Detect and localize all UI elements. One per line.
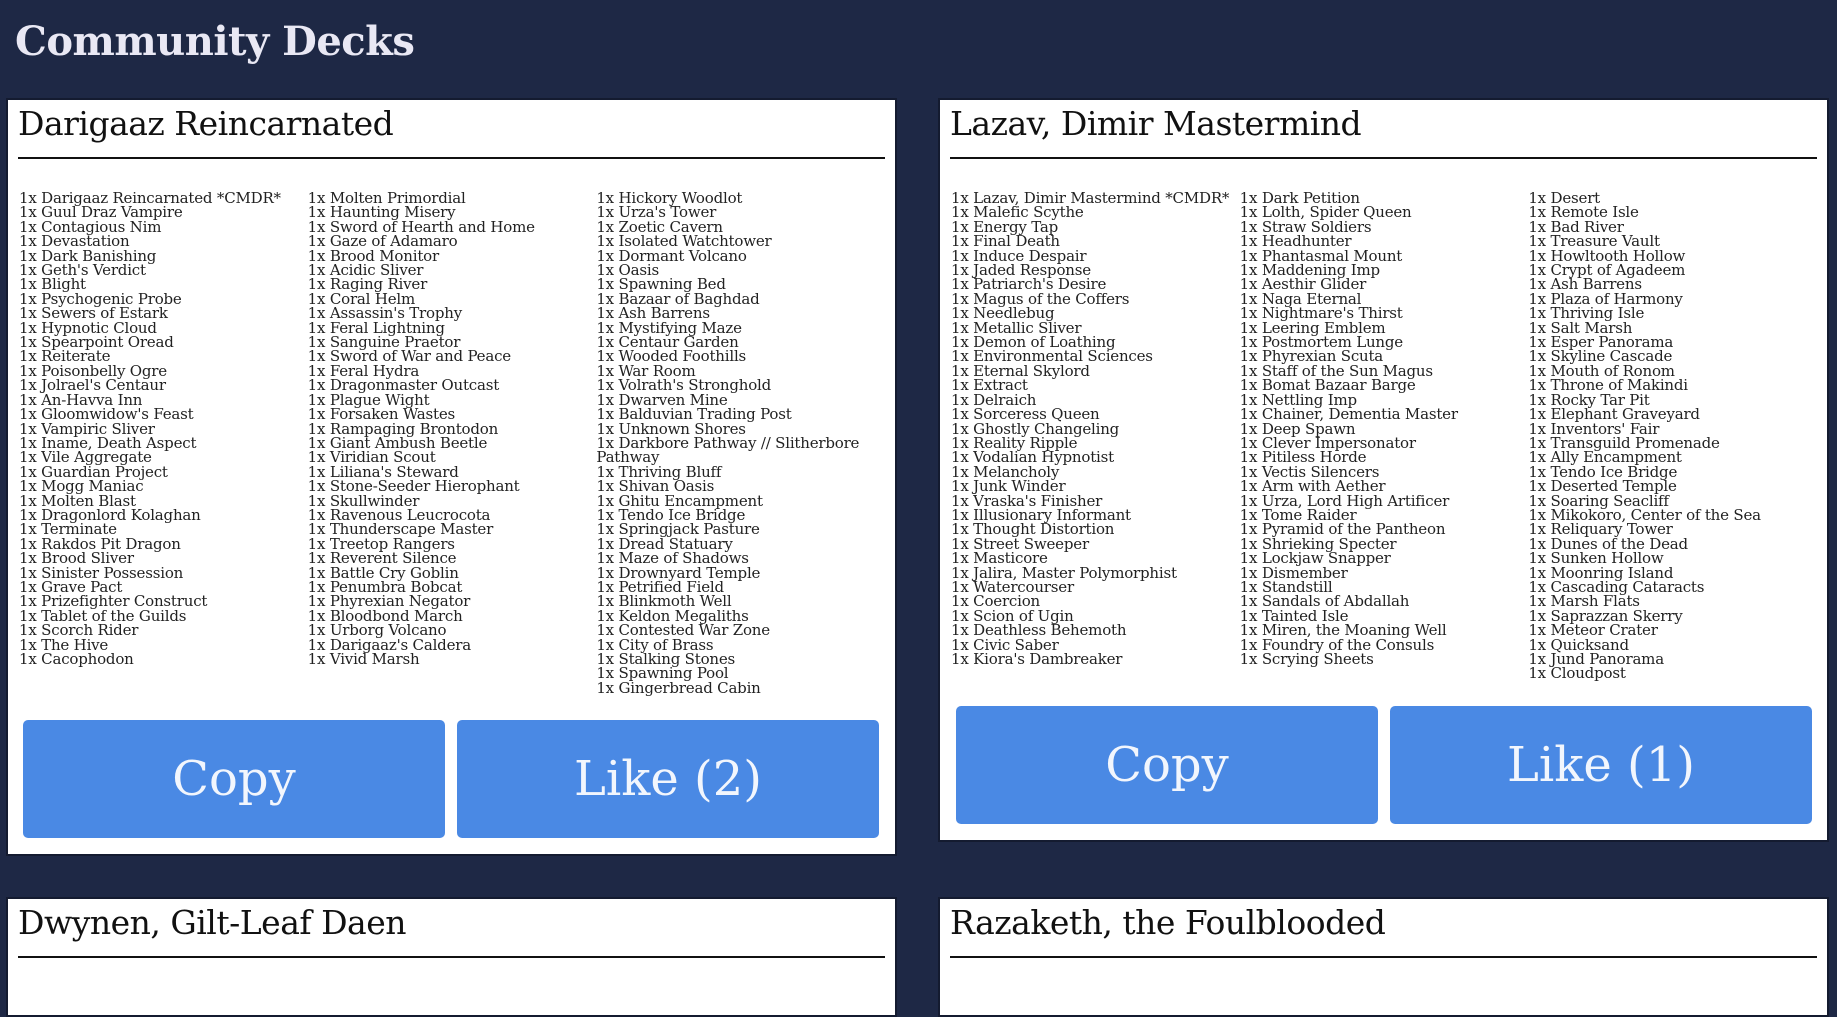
copy-button[interactable]: Copy	[23, 720, 445, 838]
card-list-column: 1x Molten Primordial 1x Haunting Misery 1x…	[307, 190, 597, 695]
card-list-column: 1x Lazav, Dimir Mastermind *CMDR* 1x Male…	[951, 190, 1240, 681]
card-entry: 1x Cacophodon	[19, 650, 134, 668]
deck-card-list: 1x Darigaaz Reincarnated *CMDR* 1x Guul D…	[19, 190, 885, 697]
card-entry: 1x Scrying Sheets	[1239, 650, 1374, 668]
deck-card: Razaketh, the Foulblooded	[938, 897, 1829, 1017]
card-list-column: 1x Dark Petition 1x Lolth, Spider Queen 1x…	[1239, 190, 1529, 681]
deck-title: Razaketh, the Foulblooded	[950, 903, 1817, 958]
copy-button[interactable]: Copy	[956, 706, 1378, 824]
deck-title: Darigaaz Reincarnated	[18, 104, 885, 159]
card-entry: 1x Cloudpost	[1528, 664, 1626, 683]
deck-title: Lazav, Dimir Mastermind	[950, 104, 1817, 159]
like-button[interactable]: Like (1)	[1390, 706, 1812, 824]
deck-card: Dwynen, Gilt-Leaf Daen	[6, 897, 897, 1017]
deck-card: Lazav, Dimir Mastermind 1x Lazav, Dimir …	[938, 98, 1829, 842]
card-list-column: 1x Darigaaz Reincarnated *CMDR* 1x Guul D…	[19, 190, 308, 695]
like-button[interactable]: Like (2)	[457, 720, 879, 838]
card-entry: 1x Vivid Marsh	[307, 650, 420, 668]
deck-card-list: 1x Lazav, Dimir Mastermind *CMDR* 1x Male…	[951, 190, 1817, 683]
card-entry: 1x Gingerbread Cabin	[596, 678, 761, 697]
deck-title: Dwynen, Gilt-Leaf Daen	[18, 903, 885, 958]
card-list-column: 1x Desert 1x Remote Isle 1x Bad River 1x Tr…	[1528, 190, 1817, 683]
card-entry: 1x Darkbore Pathway // Slitherbore Pathw…	[596, 433, 860, 467]
page-title: Community Decks	[15, 18, 415, 65]
card-list-column: 1x Hickory Woodlot 1x Urza's Tower 1x Zoet…	[596, 190, 885, 697]
deck-card: Darigaaz Reincarnated 1x Darigaaz Reinca…	[6, 98, 897, 856]
card-entry: 1x Kiora's Dambreaker	[951, 650, 1123, 668]
